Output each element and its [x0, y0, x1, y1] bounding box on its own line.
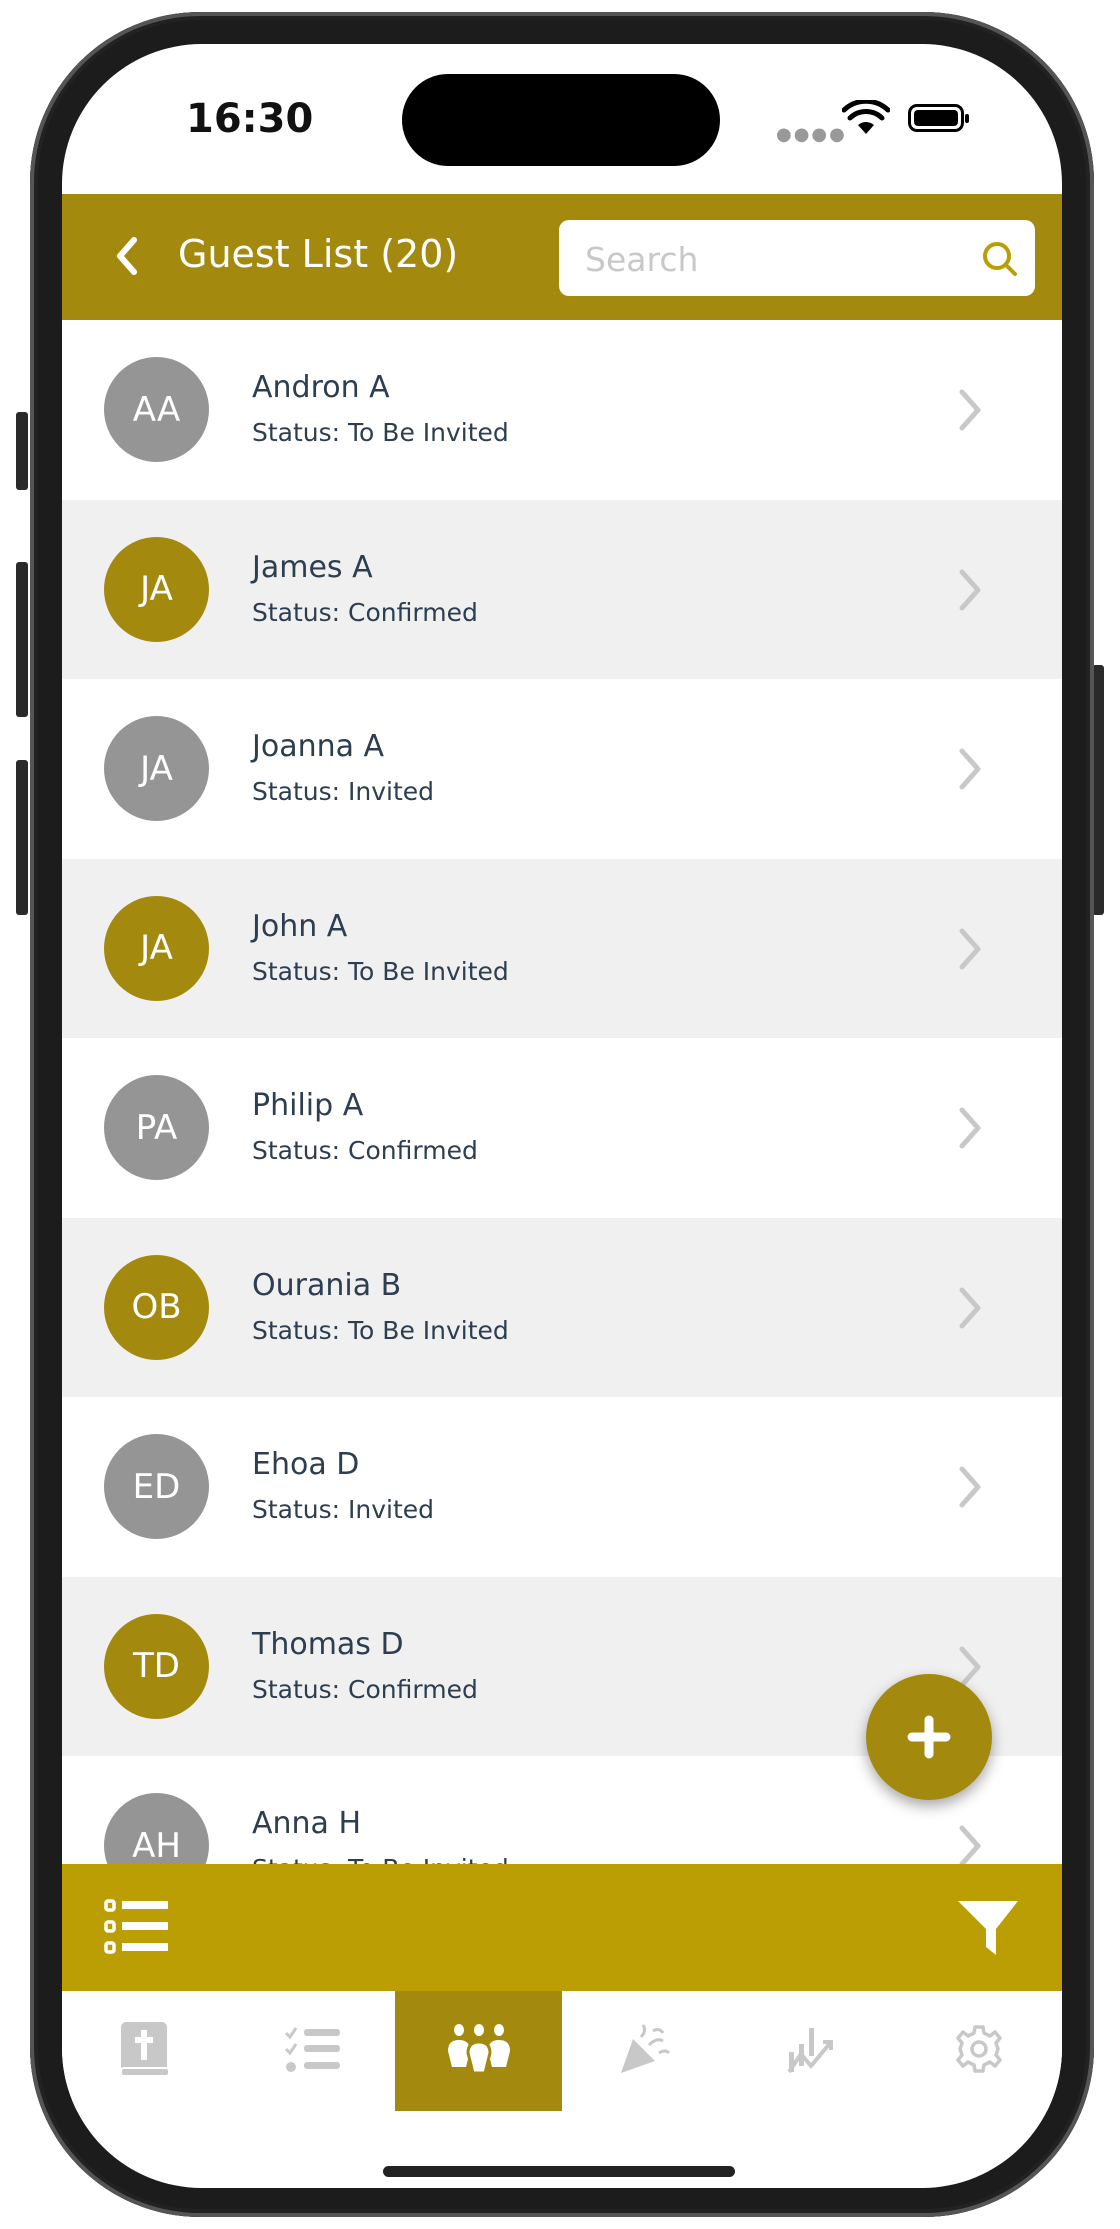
search-box[interactable] — [559, 220, 1035, 298]
filter-icon[interactable] — [956, 1899, 1020, 1955]
guest-row[interactable]: JA James A Status: Confirmed — [62, 499, 1062, 679]
chevron-right-icon[interactable] — [956, 1286, 984, 1330]
chevron-right-icon[interactable] — [956, 1824, 984, 1864]
guest-status: Status: Invited — [252, 777, 435, 806]
guest-name: Anna H — [252, 1806, 362, 1841]
chevron-right-icon[interactable] — [956, 747, 984, 791]
screen: 16:30 ●●●● Guest List (20) AA Andron A S… — [62, 44, 1062, 2188]
tab-guests[interactable] — [395, 1991, 563, 2111]
chevron-right-icon[interactable] — [956, 388, 984, 432]
avatar: ED — [104, 1434, 209, 1539]
home-indicator[interactable] — [383, 2166, 735, 2177]
tab-checklist[interactable] — [229, 1991, 396, 2111]
add-guest-button[interactable] — [866, 1674, 992, 1800]
header: Guest List (20) — [62, 194, 1062, 320]
search-icon[interactable] — [981, 240, 1019, 278]
avatar: JA — [104, 536, 209, 642]
chevron-right-icon[interactable] — [956, 568, 984, 612]
guest-row[interactable]: OB Ourania B Status: To Be Invited — [62, 1217, 1062, 1397]
tab-chart[interactable] — [729, 1991, 896, 2111]
guest-row[interactable]: JA Joanna A Status: Invited — [62, 679, 1062, 859]
guest-status: Status: Confirmed — [252, 1674, 478, 1704]
chevron-right-icon[interactable] — [956, 1106, 984, 1150]
tab-bar — [62, 1991, 1062, 2111]
gear-icon — [954, 2024, 1004, 2078]
avatar: JA — [104, 716, 209, 821]
tab-gear[interactable] — [895, 1991, 1062, 2111]
guest-row[interactable]: PA Philip A Status: Confirmed — [62, 1038, 1062, 1218]
guest-status: Status: To Be Invited — [252, 418, 509, 447]
avatar: JA — [104, 895, 209, 1001]
status-bar: 16:30 ●●●● — [62, 44, 1062, 194]
dots-icon: ●●●● — [776, 124, 847, 145]
guest-name: Ehoa D — [252, 1447, 360, 1482]
guest-status: Status: Confirmed — [252, 1136, 478, 1165]
guest-name: Philip A — [252, 1088, 364, 1123]
party-popper-icon — [619, 2023, 671, 2079]
action-button — [16, 412, 28, 490]
avatar: AA — [104, 357, 209, 462]
wifi-icon — [842, 100, 890, 134]
chart-icon — [787, 2024, 837, 2078]
search-input[interactable] — [583, 220, 967, 298]
guest-status: Status: Invited — [252, 1495, 435, 1524]
dynamic-island — [402, 74, 720, 166]
avatar: PA — [104, 1075, 209, 1180]
guest-status: Status: To Be Invited — [252, 956, 509, 986]
bible-icon — [119, 2020, 171, 2082]
chevron-right-icon[interactable] — [956, 1465, 984, 1509]
list-toolbar — [62, 1864, 1062, 1991]
guest-name: Joanna A — [252, 729, 385, 764]
guest-name: Andron A — [252, 370, 390, 405]
chevron-left-icon[interactable] — [112, 234, 142, 278]
checklist-icon — [284, 2025, 340, 2077]
page-title: Guest List (20) — [178, 232, 459, 276]
tab-party-popper[interactable] — [562, 1991, 729, 2111]
tab-bible[interactable] — [62, 1991, 229, 2111]
avatar: TD — [104, 1613, 209, 1719]
clock: 16:30 — [186, 96, 314, 142]
list-icon[interactable] — [104, 1898, 170, 1956]
guest-name: Thomas D — [252, 1626, 404, 1662]
guests-icon — [444, 2023, 514, 2079]
guest-status: Status: To Be Invited — [252, 1315, 509, 1345]
volume-down-button — [16, 760, 28, 915]
phone-frame: 16:30 ●●●● Guest List (20) AA Andron A S… — [30, 12, 1094, 2217]
guest-name: James A — [252, 549, 373, 585]
battery-icon — [908, 104, 969, 132]
avatar: AH — [104, 1793, 209, 1864]
guest-row[interactable]: JA John A Status: To Be Invited — [62, 858, 1062, 1038]
guest-status: Status: Confirmed — [252, 597, 478, 627]
plus-icon — [907, 1715, 951, 1759]
guest-list: AA Andron A Status: To Be Invited JA Jam… — [62, 320, 1062, 1864]
guest-row[interactable]: AA Andron A Status: To Be Invited — [62, 320, 1062, 500]
guest-name: John A — [252, 908, 348, 944]
guest-name: Ourania B — [252, 1267, 402, 1303]
guest-row[interactable]: ED Ehoa D Status: Invited — [62, 1397, 1062, 1577]
avatar: OB — [104, 1254, 209, 1360]
chevron-right-icon[interactable] — [956, 927, 984, 971]
guest-status: Status: To Be Invited — [252, 1854, 509, 1864]
volume-up-button — [16, 562, 28, 717]
